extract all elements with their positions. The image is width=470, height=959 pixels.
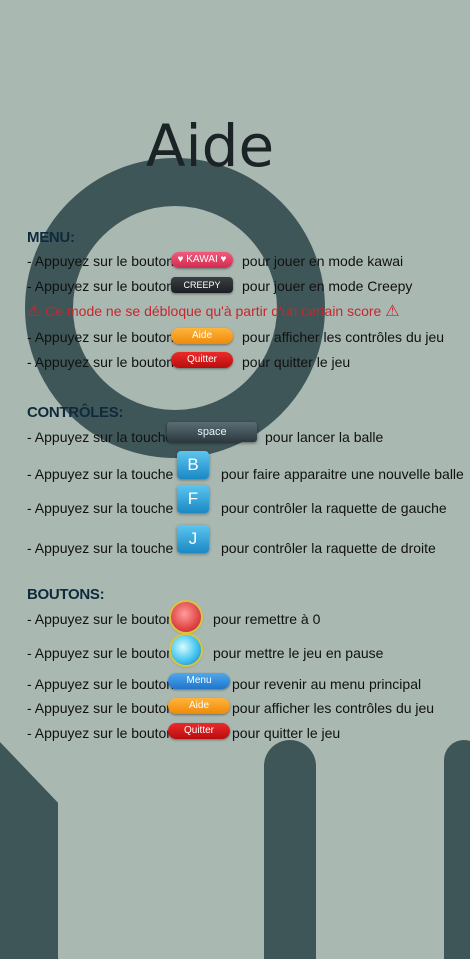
row-suffix: pour contrôler la raquette de gauche bbox=[221, 500, 447, 516]
warning-text: Ce mode ne se débloque qu'à partir d'un … bbox=[45, 303, 382, 319]
f-key[interactable]: F bbox=[177, 485, 209, 513]
creepy-button[interactable]: CREEPY bbox=[171, 277, 233, 293]
row-suffix: pour quitter le jeu bbox=[232, 725, 341, 741]
creepy-warning: ⚠ Ce mode ne se débloque qu'à partir d'u… bbox=[27, 300, 400, 323]
row-suffix: pour quitter le jeu bbox=[242, 354, 351, 370]
background-pillar-middle bbox=[264, 740, 316, 959]
row-prefix: - Appuyez sur le bouton bbox=[27, 700, 175, 716]
row-prefix: - Appuyez sur le bouton bbox=[27, 676, 175, 692]
row-suffix: pour remettre à 0 bbox=[213, 611, 321, 627]
row-prefix: - Appuyez sur la touche bbox=[27, 540, 174, 556]
row-prefix: - Appuyez sur le bouton bbox=[27, 611, 175, 627]
row-prefix: - Appuyez sur le bouton bbox=[27, 725, 175, 741]
row-prefix: - Appuyez sur le bouton bbox=[27, 253, 175, 269]
quitter-button[interactable]: Quitter bbox=[168, 723, 230, 739]
buttons-heading: BOUTONS: bbox=[27, 586, 105, 603]
warning-icon: ⚠ bbox=[385, 303, 400, 320]
background-pillar-right bbox=[444, 740, 470, 959]
row-suffix: pour faire apparaitre une nouvelle balle bbox=[221, 466, 464, 482]
b-key[interactable]: B bbox=[177, 451, 209, 479]
pause-ball-button[interactable] bbox=[171, 635, 201, 665]
row-suffix: pour revenir au menu principal bbox=[232, 676, 422, 692]
row-prefix: - Appuyez sur la touche bbox=[27, 429, 174, 445]
controls-heading: CONTRÔLES: bbox=[27, 404, 124, 421]
background-paddle-left bbox=[0, 742, 58, 959]
row-prefix: - Appuyez sur le bouton bbox=[27, 329, 175, 345]
row-suffix: pour afficher les contrôles du jeu bbox=[242, 329, 445, 345]
quitter-button[interactable]: Quitter bbox=[171, 352, 233, 368]
kawai-button[interactable]: ♥ KAWAI ♥ bbox=[171, 252, 233, 268]
row-suffix: pour mettre le jeu en pause bbox=[213, 645, 384, 661]
menu-button[interactable]: Menu bbox=[168, 673, 230, 689]
row-prefix: - Appuyez sur le bouton bbox=[27, 278, 175, 294]
page-title: Aide bbox=[145, 112, 275, 180]
row-prefix: - Appuyez sur le bouton bbox=[27, 645, 175, 661]
row-suffix: pour afficher les contrôles du jeu bbox=[232, 700, 435, 716]
warning-icon: ⚠ bbox=[27, 303, 42, 320]
j-key[interactable]: J bbox=[177, 525, 209, 553]
space-key[interactable]: space bbox=[167, 422, 257, 442]
aide-button[interactable]: Aide bbox=[168, 698, 230, 714]
row-prefix: - Appuyez sur la touche bbox=[27, 500, 174, 516]
row-prefix: - Appuyez sur le bouton bbox=[27, 354, 175, 370]
row-suffix: pour contrôler la raquette de droite bbox=[221, 540, 436, 556]
menu-heading: MENU: bbox=[27, 229, 75, 246]
row-suffix: pour jouer en mode Creepy bbox=[242, 278, 413, 294]
row-suffix: pour jouer en mode kawai bbox=[242, 253, 404, 269]
row-prefix: - Appuyez sur la touche bbox=[27, 466, 174, 482]
aide-button[interactable]: Aide bbox=[171, 328, 233, 344]
reset-ball-button[interactable] bbox=[171, 602, 201, 632]
row-suffix: pour lancer la balle bbox=[265, 429, 384, 445]
